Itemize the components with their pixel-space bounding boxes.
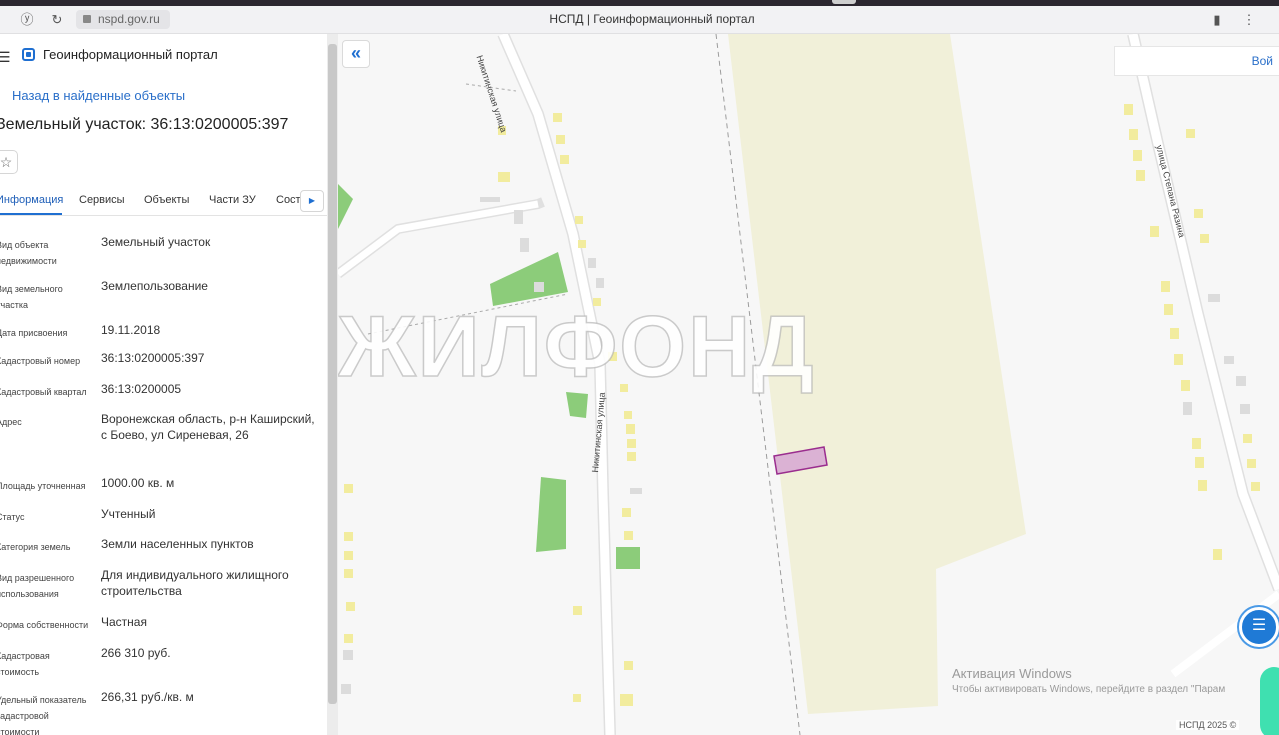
info-label: Статус — [0, 512, 25, 522]
object-title: Земельный участок: 36:13:0200005:397 — [0, 116, 289, 133]
tab-information[interactable]: Информация — [0, 194, 63, 206]
info-label: Кадастровый квартал — [0, 387, 87, 397]
active-tab-indicator — [0, 213, 62, 215]
info-label: Дата присвоения — [0, 328, 68, 338]
back-to-results-link[interactable]: Назад в найденные объекты — [12, 88, 185, 103]
info-label: Вид объекта недвижимости — [0, 240, 57, 266]
info-label: Вид разрешенного использования — [0, 573, 75, 599]
double-chevron-left-icon: « — [350, 43, 361, 63]
info-label: Адрес — [0, 417, 22, 427]
info-label: Категория земель — [0, 542, 71, 552]
browser-page-title: НСПД | Геоинформационный портал — [549, 12, 755, 26]
chat-button[interactable]: ☰ — [1239, 607, 1279, 647]
overlay-widget[interactable] — [1260, 667, 1279, 735]
info-value: 19.11.2018 — [101, 323, 161, 337]
info-value: Земли населенных пунктов — [101, 537, 254, 551]
tabs-next-button[interactable]: ▶ — [300, 190, 324, 212]
map-canvas[interactable]: Никитинская улица Никитинская улица улиц… — [338, 34, 1279, 735]
star-icon: ☆ — [0, 154, 13, 170]
windows-activation-text: Чтобы активировать Windows, перейдите в … — [952, 684, 1226, 695]
info-label: Площадь уточненная — [0, 481, 86, 491]
side-road-fill — [338, 200, 539, 277]
info-value: 1000.00 кв. м — [101, 476, 175, 490]
info-value: 266 310 руб. — [101, 646, 171, 660]
map-copyright: НСПД 2025 © — [1176, 720, 1240, 730]
object-tabs: Информация Сервисы Объекты Части ЗУ Сост… — [0, 190, 327, 216]
info-value: Частная — [101, 615, 147, 629]
browser-toolbar: ⓨ ↻ nspd.gov.ru НСПД | Геоинформационный… — [0, 6, 1279, 34]
green-area — [338, 184, 353, 229]
menu-dots-icon[interactable]: ⋮ — [1240, 11, 1258, 29]
screen: { "browser": { "url": "nspd.gov.ru", "pa… — [0, 0, 1279, 735]
info-value: Землепользование — [101, 279, 208, 293]
tab-parts[interactable]: Части ЗУ — [209, 194, 256, 206]
info-label: Кадастровый номер — [0, 356, 81, 366]
bookmark-icon[interactable]: ▮ — [1208, 11, 1226, 29]
green-area — [536, 477, 566, 552]
favorite-star-button[interactable]: ☆ — [0, 150, 18, 174]
sidebar-scrollbar-thumb[interactable] — [328, 44, 337, 704]
side-road — [338, 197, 545, 278]
green-area — [616, 547, 640, 569]
window-notch — [832, 0, 856, 4]
info-value: Земельный участок — [101, 235, 211, 249]
info-label: Вид земельного участка — [0, 284, 63, 310]
watermark-text: ЖИЛФОНД — [338, 298, 816, 396]
chevron-right-icon: ▶ — [308, 196, 316, 205]
login-link[interactable]: Вой — [1252, 54, 1273, 68]
tab-services[interactable]: Сервисы — [79, 194, 125, 206]
object-sidebar: ☰ Геоинформационный портал Назад в найде… — [0, 34, 338, 735]
info-label: Форма собственности — [0, 620, 89, 630]
windows-activation-title: Активация Windows — [952, 666, 1072, 681]
info-value: 36:13:0200005:397 — [101, 351, 205, 365]
info-value: Для индивидуального жилищного строительс… — [101, 568, 289, 598]
portal-name: Геоинформационный портал — [43, 47, 218, 62]
info-value: Учтенный — [101, 507, 156, 521]
collapse-sidebar-button[interactable]: « — [342, 40, 370, 68]
info-label: Кадастровая стоимость — [0, 651, 50, 677]
login-box[interactable]: Вой — [1114, 46, 1279, 76]
hamburger-icon[interactable]: ☰ — [0, 49, 11, 66]
info-value: 36:13:0200005 — [101, 382, 182, 396]
chat-icon: ☰ — [1251, 617, 1267, 634]
info-value: Воронежская область, р-н Каширский, с Бо… — [101, 412, 315, 442]
info-value: 266,31 руб./кв. м — [101, 690, 194, 704]
tab-objects[interactable]: Объекты — [144, 194, 189, 206]
portal-logo-icon — [22, 48, 35, 61]
info-label: Удельный показатель кадастровой стоимост… — [0, 695, 87, 735]
